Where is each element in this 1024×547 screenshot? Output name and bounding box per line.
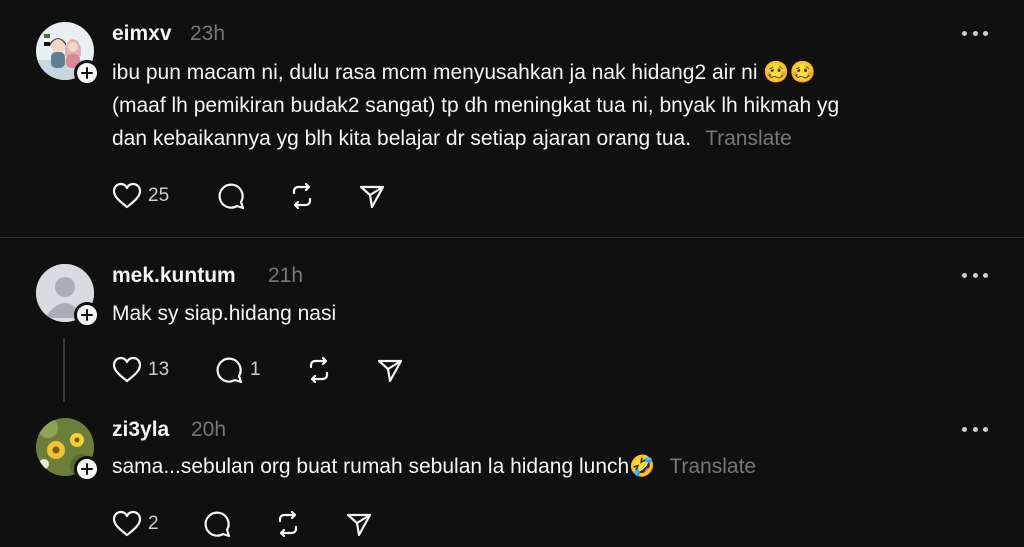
post-text-line: dan kebaikannya yg blh kita belajar dr s…	[112, 123, 792, 155]
follow-plus-icon	[81, 463, 93, 475]
follow-button[interactable]	[74, 302, 100, 328]
post-actions: 25	[112, 181, 402, 211]
more-icon-dot	[972, 272, 978, 278]
follow-plus-icon	[81, 67, 93, 79]
share-icon	[359, 185, 385, 209]
thread-connector	[63, 338, 65, 402]
timestamp: 21h	[268, 264, 304, 287]
more-options-button[interactable]	[962, 29, 988, 37]
timestamp: 20h	[191, 418, 227, 441]
share-icon	[346, 513, 372, 537]
heart-icon	[112, 356, 142, 383]
post-text-line: sama...sebulan org buat rumah sebulan la…	[112, 451, 756, 483]
post-text: sama...sebulan org buat rumah sebulan la…	[112, 455, 656, 478]
like-count: 25	[148, 185, 170, 206]
username[interactable]: zi3yla	[112, 418, 169, 442]
repost-button[interactable]	[273, 509, 303, 539]
reply-count: 1	[250, 359, 261, 380]
share-button[interactable]	[375, 355, 405, 385]
post-actions: 13 1	[112, 355, 412, 385]
more-options-button[interactable]	[962, 425, 988, 433]
avatar-zi3yla[interactable]	[36, 418, 100, 482]
reply-button[interactable]	[202, 509, 232, 539]
comment-icon	[204, 511, 231, 538]
translate-link[interactable]: Translate	[669, 455, 756, 478]
post-text-line: ibu pun macam ni, dulu rasa mcm menyusah…	[112, 57, 816, 89]
username[interactable]: mek.kuntum	[112, 264, 236, 288]
more-icon	[962, 272, 967, 278]
more-icon-dot	[972, 30, 978, 36]
post-actions: 2	[112, 509, 382, 539]
post-divider	[0, 237, 1024, 238]
share-button[interactable]	[344, 509, 374, 539]
reply-button[interactable]: 1	[214, 355, 261, 385]
follow-button[interactable]	[74, 60, 100, 86]
like-count: 13	[148, 359, 170, 380]
like-button[interactable]: 13	[112, 355, 169, 385]
username[interactable]: eimxv	[112, 22, 172, 46]
post-text: dan kebaikannya yg blh kita belajar dr s…	[112, 127, 692, 150]
more-icon-dot	[983, 426, 988, 432]
avatar-eimxv[interactable]	[36, 22, 100, 86]
post-text-line: (maaf lh pemikiran budak2 sangat) tp dh …	[112, 90, 839, 122]
like-count: 2	[148, 513, 159, 534]
post-text: (maaf lh pemikiran budak2 sangat) tp dh …	[112, 94, 840, 117]
repost-button[interactable]	[304, 355, 334, 385]
follow-button[interactable]	[74, 456, 100, 482]
more-icon-dot	[983, 272, 988, 278]
post-text-line: Mak sy siap.hidang nasi	[112, 298, 336, 330]
timestamp: 23h	[190, 22, 226, 45]
like-button[interactable]: 25	[112, 181, 169, 211]
share-icon	[377, 359, 403, 383]
more-icon-dot	[972, 426, 978, 432]
repost-icon	[309, 356, 329, 384]
more-options-button[interactable]	[962, 271, 988, 279]
follow-plus-icon	[81, 309, 93, 321]
like-button[interactable]: 2	[112, 509, 159, 539]
more-icon	[962, 426, 967, 432]
heart-icon	[112, 182, 142, 209]
reply-button[interactable]	[216, 181, 246, 211]
translate-link[interactable]: Translate	[705, 127, 792, 150]
post-text: ibu pun macam ni, dulu rasa mcm menyusah…	[112, 61, 816, 84]
comment-icon	[218, 183, 245, 210]
more-icon	[962, 30, 967, 36]
avatar-mek-kuntum[interactable]	[36, 264, 100, 328]
repost-icon	[292, 182, 312, 210]
repost-button[interactable]	[287, 181, 317, 211]
share-button[interactable]	[357, 181, 387, 211]
comment-icon	[216, 357, 243, 384]
repost-icon	[278, 510, 298, 538]
heart-icon	[112, 510, 142, 537]
more-icon-dot	[983, 30, 988, 36]
post-text: Mak sy siap.hidang nasi	[112, 302, 337, 325]
